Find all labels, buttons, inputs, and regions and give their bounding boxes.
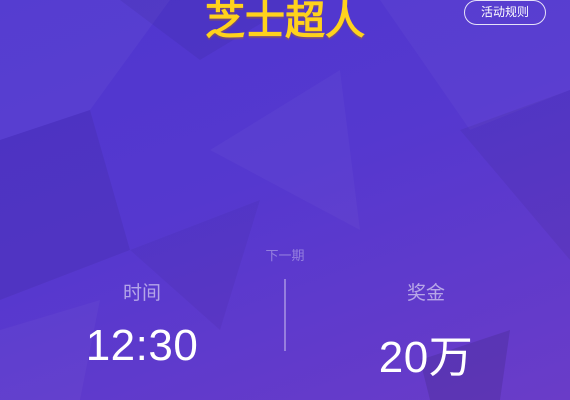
prize-value: 20万 — [378, 333, 474, 382]
prize-section: 奖金 20万 — [326, 278, 526, 385]
section-divider — [284, 279, 286, 351]
time-section: 时间 12:30 — [42, 278, 242, 371]
time-label: 时间 — [122, 282, 161, 304]
time-value: 12:30 — [85, 321, 199, 370]
activity-rules-button[interactable]: 活动规则 — [464, 0, 546, 25]
prize-label: 奖金 — [406, 282, 445, 304]
next-round-label: 下一期 — [265, 249, 305, 264]
